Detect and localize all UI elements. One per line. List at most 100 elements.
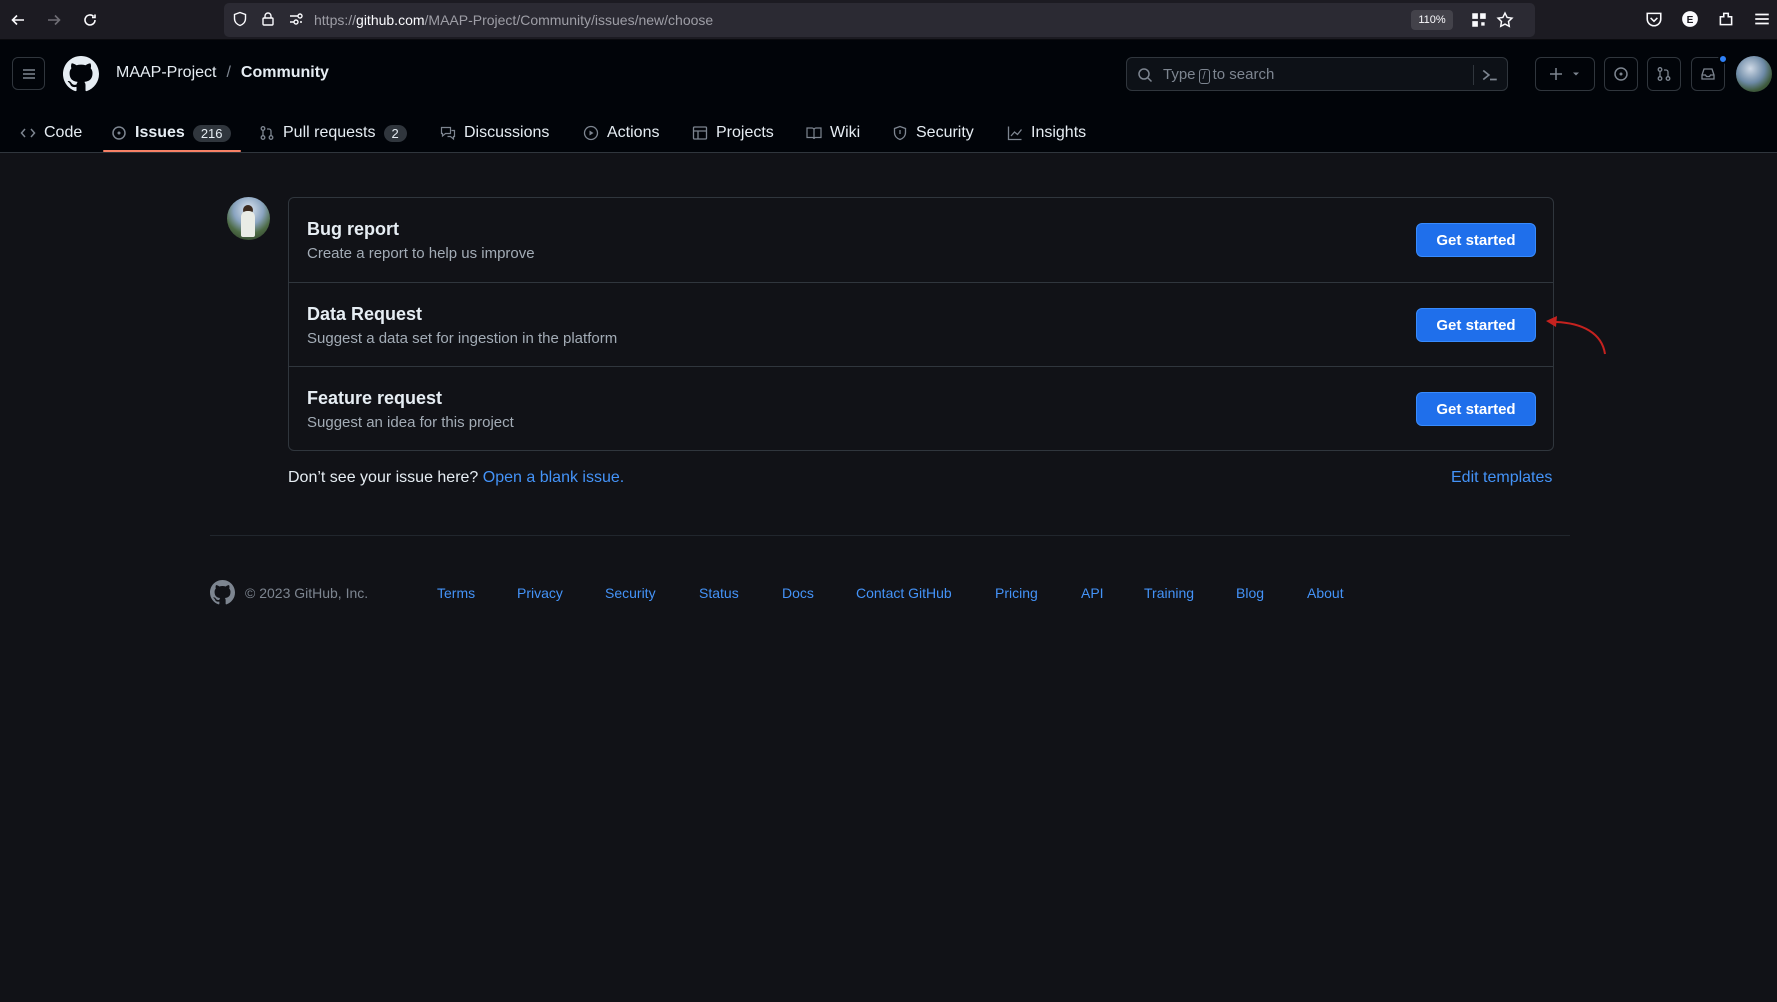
github-logo-icon[interactable] [210, 580, 235, 605]
git-pull-request-icon [260, 126, 274, 140]
git-pull-request-icon [1657, 67, 1671, 81]
footer-link-pricing[interactable]: Pricing [995, 585, 1038, 601]
github-logo-icon[interactable] [63, 56, 99, 92]
breadcrumb-owner[interactable]: MAAP-Project [116, 64, 216, 82]
svg-text:E: E [1687, 15, 1694, 26]
bookmark-star-icon[interactable] [1496, 11, 1514, 29]
forward-button[interactable] [43, 9, 65, 31]
qr-code-icon[interactable] [1470, 11, 1488, 29]
footer-link-security[interactable]: Security [605, 585, 656, 601]
issues-shortcut-button[interactable] [1604, 57, 1638, 91]
template-description: Suggest an idea for this project [307, 414, 514, 431]
url-text[interactable]: https://github.com/MAAP-Project/Communit… [314, 12, 713, 28]
book-icon [806, 127, 822, 140]
browser-toolbar: https://github.com/MAAP-Project/Communit… [0, 0, 1777, 40]
tab-code-label: Code [44, 124, 83, 141]
tab-pull-requests[interactable]: Pull requests 2 [259, 113, 407, 153]
search-icon [1138, 68, 1153, 83]
tab-security[interactable]: Security [892, 113, 974, 153]
zoom-level-badge[interactable]: 110% [1411, 10, 1453, 30]
search-placeholder-suffix: to search [1212, 66, 1275, 83]
global-nav-menu-button[interactable] [12, 57, 45, 90]
footer-divider [210, 535, 1570, 536]
get-started-button[interactable]: Get started [1416, 392, 1536, 426]
user-avatar[interactable] [1736, 56, 1772, 92]
tab-code[interactable]: Code [20, 113, 82, 153]
issues-count-badge: 216 [192, 124, 231, 142]
breadcrumb-separator: / [226, 64, 231, 81]
tab-actions[interactable]: Actions [583, 113, 659, 153]
tab-wiki-label: Wiki [830, 124, 861, 141]
reload-icon [84, 14, 96, 26]
template-description: Create a report to help us improve [307, 245, 535, 262]
edit-templates-link[interactable]: Edit templates [1451, 469, 1552, 487]
search-input[interactable]: Type / to search [1126, 57, 1508, 91]
notifications-button[interactable] [1691, 54, 1728, 91]
shield-icon [893, 125, 907, 141]
breadcrumb: MAAP-Project / Community [116, 64, 329, 82]
tab-projects[interactable]: Projects [692, 113, 774, 153]
url-domain: github.com [356, 12, 425, 28]
issue-opened-icon [1614, 67, 1628, 81]
footer-link-terms[interactable]: Terms [437, 585, 475, 601]
template-row: Data Request Suggest a data set for inge… [289, 282, 1553, 366]
search-shortcut-key: / [1198, 69, 1210, 84]
search-divider [1473, 65, 1474, 85]
url-prefix: https:// [314, 12, 357, 28]
footer-link-docs[interactable]: Docs [782, 585, 814, 601]
inbox-icon [1701, 68, 1715, 80]
pocket-icon[interactable] [1645, 10, 1663, 28]
issue-template-list: Bug report Create a report to help us im… [288, 197, 1554, 451]
table-icon [692, 126, 708, 140]
breadcrumb-repo[interactable]: Community [241, 64, 329, 82]
footer-link-blog[interactable]: Blog [1236, 585, 1264, 601]
search-placeholder: Type / to search [1163, 66, 1274, 84]
github-header: MAAP-Project / Community Type / to search … [0, 40, 1777, 153]
annotation-arrow-icon [1546, 316, 1606, 355]
template-row: Feature request Suggest an idea for this… [289, 366, 1553, 450]
comment-discussion-icon [440, 126, 456, 141]
extensions-icon[interactable] [1717, 10, 1735, 28]
extension-e-icon[interactable]: E [1681, 10, 1699, 28]
lock-icon[interactable] [260, 11, 276, 27]
reload-button[interactable] [79, 9, 101, 31]
footer-link-status[interactable]: Status [699, 585, 739, 601]
avatar-body-shape [241, 211, 255, 237]
footer-link-contact[interactable]: Contact GitHub [856, 585, 952, 601]
tab-issues-label: Issues [135, 124, 185, 141]
back-button[interactable] [7, 9, 29, 31]
tab-issues[interactable]: Issues 216 [111, 113, 231, 153]
arrow-right-icon [48, 14, 61, 26]
create-new-button[interactable] [1535, 57, 1595, 91]
footer-link-api[interactable]: API [1081, 585, 1104, 601]
template-title: Feature request [307, 388, 443, 408]
pull-requests-shortcut-button[interactable] [1647, 57, 1681, 91]
app-menu-icon[interactable] [1753, 10, 1771, 28]
tab-insights[interactable]: Insights [1007, 113, 1086, 153]
url-path: /MAAP-Project/Community/issues/new/choos… [424, 12, 714, 28]
open-blank-issue-link[interactable]: Open a blank issue. [483, 469, 624, 486]
template-row: Bug report Create a report to help us im… [289, 198, 1553, 282]
footer-link-privacy[interactable]: Privacy [517, 585, 563, 601]
pull-requests-count-badge: 2 [383, 124, 407, 142]
tab-discussions[interactable]: Discussions [440, 113, 549, 153]
graph-icon [1007, 126, 1023, 141]
three-bars-icon [22, 68, 35, 79]
command-palette-icon[interactable] [1481, 66, 1499, 84]
repository-nav: Code Issues 216 Pull requests 2 Discussi… [0, 113, 1777, 153]
template-title: Bug report [307, 219, 399, 239]
address-bar[interactable]: https://github.com/MAAP-Project/Communit… [224, 3, 1535, 37]
shield-icon[interactable] [232, 11, 248, 27]
user-avatar [227, 197, 270, 240]
tab-wiki[interactable]: Wiki [806, 113, 860, 153]
notification-indicator [1718, 54, 1728, 64]
permissions-icon[interactable] [288, 11, 304, 27]
code-icon [20, 128, 36, 138]
footer-link-training[interactable]: Training [1144, 585, 1194, 601]
blank-issue-text: Don’t see your issue here? [288, 469, 479, 486]
plus-icon [1550, 68, 1562, 80]
get-started-button[interactable]: Get started [1416, 223, 1536, 257]
footer-link-about[interactable]: About [1307, 585, 1344, 601]
arrow-left-icon [11, 14, 24, 26]
get-started-button[interactable]: Get started [1416, 308, 1536, 342]
